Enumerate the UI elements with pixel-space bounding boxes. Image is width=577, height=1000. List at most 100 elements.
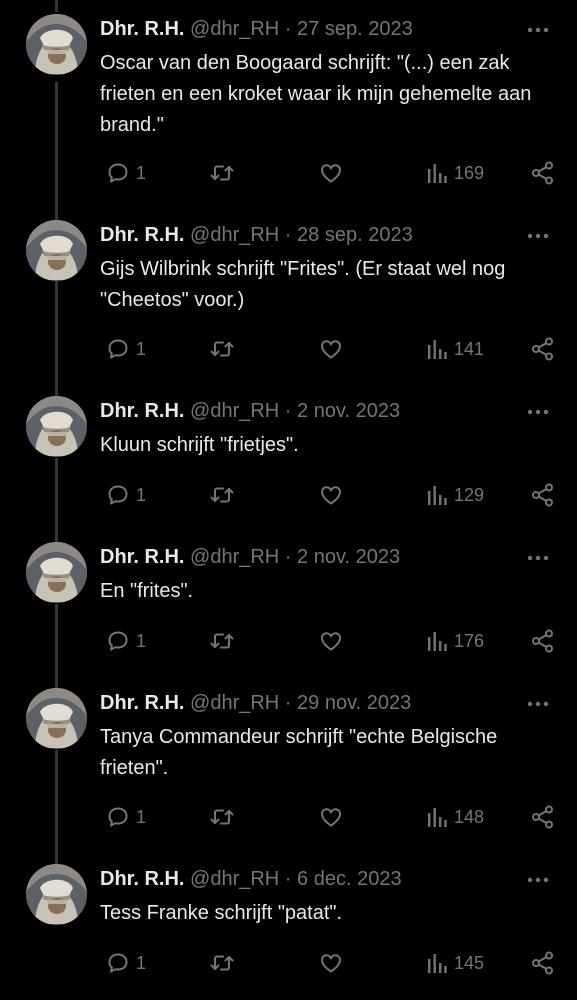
view-count: 145 bbox=[454, 952, 485, 973]
view-count: 169 bbox=[454, 162, 485, 183]
tweet[interactable]: Dhr. R.H. @dhr_RH · 2 nov. 2023 En "frit… bbox=[0, 542, 577, 672]
tweet-header: Dhr. R.H. @dhr_RH · 29 nov. 2023 bbox=[100, 690, 547, 716]
tweet-date[interactable]: 28 sep. 2023 bbox=[297, 224, 413, 246]
tweet[interactable]: Dhr. R.H. @dhr_RH · 2 nov. 2023 Kluun sc… bbox=[0, 396, 577, 526]
reply-icon bbox=[106, 951, 130, 975]
user-handle[interactable]: @dhr_RH bbox=[190, 868, 279, 890]
like-button[interactable] bbox=[313, 626, 343, 656]
views-button[interactable]: 129 bbox=[420, 480, 484, 510]
reply-icon bbox=[106, 629, 130, 653]
avatar[interactable] bbox=[26, 14, 87, 75]
user-handle[interactable]: @dhr_RH bbox=[190, 546, 279, 568]
tweet-text: Kluun schrijft "frietjes". bbox=[100, 434, 299, 456]
views-button[interactable]: 176 bbox=[420, 626, 484, 656]
views-button[interactable]: 141 bbox=[420, 334, 484, 364]
tweet-date[interactable]: 2 nov. 2023 bbox=[297, 400, 400, 422]
like-button[interactable] bbox=[313, 334, 343, 364]
share-button[interactable] bbox=[524, 626, 556, 656]
retweet-button[interactable] bbox=[203, 626, 235, 656]
share-button[interactable] bbox=[524, 948, 556, 978]
action-bar: 1 141 bbox=[100, 334, 559, 364]
tweet-text: Oscar van den Boogaard schrijft: "(...) … bbox=[100, 52, 532, 136]
retweet-button[interactable] bbox=[203, 480, 235, 510]
reply-count: 1 bbox=[136, 162, 147, 183]
like-button[interactable] bbox=[313, 480, 343, 510]
more-icon[interactable] bbox=[523, 22, 553, 38]
tweet[interactable]: Dhr. R.H. @dhr_RH · 27 sep. 2023 Oscar v… bbox=[0, 14, 577, 194]
share-icon bbox=[530, 950, 556, 976]
heart-icon bbox=[319, 483, 343, 507]
reply-button[interactable]: 1 bbox=[100, 158, 146, 188]
more-icon[interactable] bbox=[523, 404, 553, 420]
display-name[interactable]: Dhr. R.H. bbox=[100, 546, 184, 568]
display-name[interactable]: Dhr. R.H. bbox=[100, 868, 184, 890]
retweet-icon bbox=[209, 805, 235, 829]
retweet-icon bbox=[209, 951, 235, 975]
reply-button[interactable]: 1 bbox=[100, 480, 146, 510]
display-name[interactable]: Dhr. R.H. bbox=[100, 224, 184, 246]
user-handle[interactable]: @dhr_RH bbox=[190, 400, 279, 422]
retweet-button[interactable] bbox=[203, 158, 235, 188]
views-icon bbox=[426, 629, 448, 653]
tweet-text: En "frites". bbox=[100, 580, 194, 602]
views-button[interactable]: 145 bbox=[420, 948, 484, 978]
reply-button[interactable]: 1 bbox=[100, 334, 146, 364]
views-icon bbox=[426, 483, 448, 507]
display-name[interactable]: Dhr. R.H. bbox=[100, 692, 184, 714]
reply-count: 1 bbox=[136, 484, 147, 505]
retweet-button[interactable] bbox=[203, 802, 235, 832]
action-bar: 1 129 bbox=[100, 480, 559, 510]
separator-dot: · bbox=[284, 400, 292, 422]
tweet-date[interactable]: 6 dec. 2023 bbox=[297, 868, 402, 890]
share-icon bbox=[530, 804, 556, 830]
tweet-date[interactable]: 27 sep. 2023 bbox=[297, 18, 413, 40]
view-count: 141 bbox=[454, 338, 485, 359]
heart-icon bbox=[319, 337, 343, 361]
reply-button[interactable]: 1 bbox=[100, 802, 146, 832]
tweet[interactable]: Dhr. R.H. @dhr_RH · 28 sep. 2023 Gijs Wi… bbox=[0, 220, 577, 380]
action-bar: 1 176 bbox=[100, 626, 559, 656]
reply-icon bbox=[106, 805, 130, 829]
reply-count: 1 bbox=[136, 952, 147, 973]
retweet-button[interactable] bbox=[203, 948, 235, 978]
user-handle[interactable]: @dhr_RH bbox=[190, 18, 279, 40]
display-name[interactable]: Dhr. R.H. bbox=[100, 400, 184, 422]
tweet-date[interactable]: 29 nov. 2023 bbox=[297, 692, 411, 714]
tweet[interactable]: Dhr. R.H. @dhr_RH · 29 nov. 2023 Tanya C… bbox=[0, 688, 577, 848]
user-handle[interactable]: @dhr_RH bbox=[190, 692, 279, 714]
more-icon[interactable] bbox=[523, 228, 553, 244]
avatar[interactable] bbox=[26, 864, 87, 925]
views-button[interactable]: 148 bbox=[420, 802, 484, 832]
views-button[interactable]: 169 bbox=[420, 158, 484, 188]
user-handle[interactable]: @dhr_RH bbox=[190, 224, 279, 246]
share-button[interactable] bbox=[524, 334, 556, 364]
like-button[interactable] bbox=[313, 158, 343, 188]
like-button[interactable] bbox=[313, 948, 343, 978]
avatar[interactable] bbox=[26, 542, 87, 603]
retweet-button[interactable] bbox=[203, 334, 235, 364]
tweet[interactable]: Dhr. R.H. @dhr_RH · 6 dec. 2023 Tess Fra… bbox=[0, 864, 577, 994]
like-button[interactable] bbox=[313, 802, 343, 832]
reply-button[interactable]: 1 bbox=[100, 626, 146, 656]
share-button[interactable] bbox=[524, 480, 556, 510]
reply-icon bbox=[106, 161, 130, 185]
share-button[interactable] bbox=[524, 802, 556, 832]
share-icon bbox=[530, 336, 556, 362]
reply-icon bbox=[106, 483, 130, 507]
tweet-date[interactable]: 2 nov. 2023 bbox=[297, 546, 400, 568]
display-name[interactable]: Dhr. R.H. bbox=[100, 18, 184, 40]
views-icon bbox=[426, 337, 448, 361]
more-icon[interactable] bbox=[523, 872, 553, 888]
avatar[interactable] bbox=[26, 688, 87, 749]
separator-dot: · bbox=[284, 546, 292, 568]
separator-dot: · bbox=[284, 692, 292, 714]
reply-count: 1 bbox=[136, 630, 147, 651]
more-icon[interactable] bbox=[523, 696, 553, 712]
reply-button[interactable]: 1 bbox=[100, 948, 146, 978]
views-icon bbox=[426, 951, 448, 975]
share-button[interactable] bbox=[524, 158, 556, 188]
avatar[interactable] bbox=[26, 396, 87, 457]
reply-icon bbox=[106, 337, 130, 361]
avatar[interactable] bbox=[26, 220, 87, 281]
more-icon[interactable] bbox=[523, 550, 553, 566]
